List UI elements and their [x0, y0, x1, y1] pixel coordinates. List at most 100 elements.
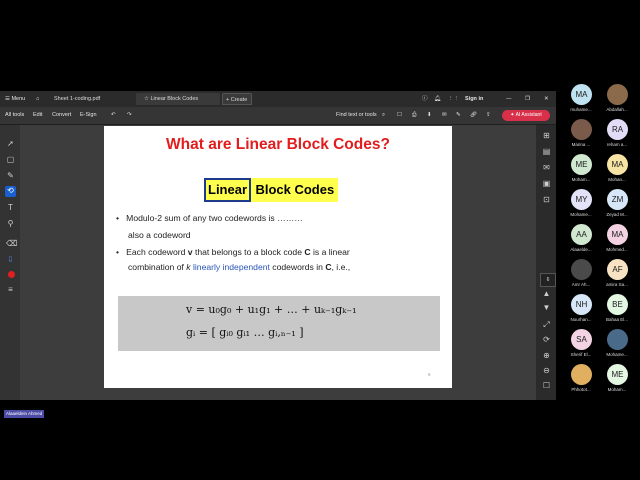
save-icon[interactable]: ⬇: [427, 107, 432, 123]
window-titlebar: ☰ Menu ⌂ Sheet 1-coding.pdf ☆ Linear Blo…: [0, 91, 556, 107]
ai-assistant-button[interactable]: ✦ AI Assistant: [502, 110, 550, 121]
participant-photo: [571, 119, 592, 140]
pen-tool-icon[interactable]: ✎: [6, 171, 15, 180]
undo-icon[interactable]: ↶: [111, 107, 116, 123]
eraser-tool-icon[interactable]: ⌫: [6, 239, 17, 248]
participant-avatar: ME: [571, 154, 592, 175]
heading-block-codes: Block Codes: [255, 182, 335, 197]
close-button[interactable]: ✕: [544, 91, 549, 107]
participant-tile[interactable]: BE Bahaa El...: [598, 292, 636, 326]
zoom-in-icon[interactable]: ⊕: [542, 351, 551, 360]
participant-tile[interactable]: AA Alaaelde...: [562, 222, 600, 256]
panel-thumbnails-icon[interactable]: ▤: [542, 147, 551, 156]
tab-linear-block-codes[interactable]: ☆ Linear Block Codes: [136, 93, 220, 105]
participant-name: Alaaelde...: [570, 247, 592, 252]
color-swatch[interactable]: [8, 271, 15, 278]
participant-avatar: BE: [607, 294, 628, 315]
participant-tile[interactable]: Mohame...: [598, 327, 636, 361]
comment-icon[interactable]: ✎: [456, 107, 461, 123]
participant-name: Sherif El...: [570, 352, 592, 357]
tab-sheet1[interactable]: Sheet 1-coding.pdf: [46, 93, 132, 105]
highlighted-heading: Linear Block Codes: [204, 178, 339, 202]
maximize-button[interactable]: ❐: [525, 91, 530, 107]
participant-tile[interactable]: ZM Zeyad M...: [598, 187, 636, 221]
sign-in-link[interactable]: Sign in: [465, 91, 483, 107]
participant-tile[interactable]: MA muhame...: [562, 82, 600, 116]
participant-tile[interactable]: AF amira Sa...: [598, 257, 636, 291]
participant-name: muhame...: [570, 107, 592, 112]
more-tools-icon[interactable]: ≡: [6, 285, 15, 294]
page-number-badge[interactable]: 6: [540, 273, 556, 287]
scroll-up-icon[interactable]: ▲: [542, 289, 551, 298]
participant-avatar: ME: [607, 364, 628, 385]
find-input[interactable]: Find text or tools: [336, 107, 377, 123]
participant-avatar: MA: [571, 84, 592, 105]
participant-name: Mohmed...: [606, 247, 628, 252]
highlight-tool-icon[interactable]: ⟲: [5, 186, 16, 197]
rotate-icon[interactable]: ⟳: [542, 335, 551, 344]
minimize-button[interactable]: —: [506, 91, 512, 107]
panel-comments-icon[interactable]: ⊞: [542, 131, 551, 140]
participant-avatar: MA: [607, 224, 628, 245]
participant-tile[interactable]: ME Moham...: [562, 152, 600, 186]
participant-name: Mohame...: [606, 352, 628, 357]
participant-tile[interactable]: MY Mohame...: [562, 187, 600, 221]
create-label: Create: [230, 97, 248, 103]
esign-menu[interactable]: E-Sign: [80, 107, 97, 123]
convert-menu[interactable]: Convert: [52, 107, 71, 123]
participant-tile[interactable]: Phhotot...: [562, 362, 600, 396]
select-tool-icon[interactable]: ➚: [6, 139, 15, 148]
fit-page-icon[interactable]: ⤢: [542, 320, 551, 329]
participant-tile[interactable]: MA Mohan...: [598, 152, 636, 186]
redo-icon[interactable]: ↷: [127, 107, 132, 123]
b2-a: Each codeword: [126, 247, 188, 257]
menu-button[interactable]: ☰ Menu: [5, 91, 25, 107]
bullet-1-line1: Modulo-2 sum of any two codewords is ………: [126, 213, 303, 223]
create-button[interactable]: + Create: [222, 93, 252, 105]
print-icon[interactable]: ⎙: [412, 107, 416, 123]
help-icon[interactable]: ⓘ: [422, 91, 428, 107]
equation-1: v = u₀g₀ + u₁g₁ + … + uₖ₋₁gₖ₋₁: [186, 303, 357, 316]
home-icon[interactable]: ⌂: [36, 91, 39, 107]
participant-tile[interactable]: MA Mohmed...: [598, 222, 636, 256]
participant-photo: [607, 329, 628, 350]
participant-tile[interactable]: Marina ...: [562, 117, 600, 151]
participant-tile[interactable]: Abdallah...: [598, 82, 636, 116]
all-tools-menu[interactable]: All tools: [5, 107, 24, 123]
menu-label: Menu: [11, 96, 26, 102]
panel-bookmarks-icon[interactable]: ✉: [542, 163, 551, 172]
text-tool-icon[interactable]: T: [6, 203, 15, 212]
mail-icon[interactable]: ✉: [442, 107, 447, 123]
participant-name: Mohan...: [608, 177, 626, 182]
slide-title: What are Linear Block Codes?: [166, 136, 390, 153]
participant-avatar: AF: [607, 259, 628, 280]
edit-menu[interactable]: Edit: [33, 107, 42, 123]
zoom-out-icon[interactable]: ⊖: [542, 366, 551, 375]
participant-tile[interactable]: NH Nourhan...: [562, 292, 600, 326]
notifications-icon[interactable]: 🔔︎: [434, 91, 441, 107]
participant-avatar: ZM: [607, 189, 628, 210]
link-icon[interactable]: 🔗︎: [470, 107, 477, 123]
marker-tool-icon[interactable]: ⇩: [6, 255, 15, 264]
b2l2-d: , i.e.,: [331, 262, 351, 272]
participant-photo: [571, 259, 592, 280]
share-icon[interactable]: ⇪: [486, 107, 491, 123]
panel-layers-icon[interactable]: ⊡: [542, 195, 551, 204]
bullet-1-line2: also a codeword: [128, 230, 191, 240]
stamp-tool-icon[interactable]: ⚲: [6, 219, 15, 228]
heading-linear: Linear: [204, 178, 252, 202]
participant-tile[interactable]: RA reham a...: [598, 117, 636, 151]
apps-icon[interactable]: ⋮⋮: [448, 91, 459, 107]
panel-attach-icon[interactable]: ▣: [542, 179, 551, 188]
tab-sheet1-label: Sheet 1-coding.pdf: [54, 96, 101, 102]
participant-avatar: MY: [571, 189, 592, 210]
participant-tile[interactable]: Amr Ah...: [562, 257, 600, 291]
hand-tool-icon[interactable]: ☐: [542, 381, 551, 390]
participant-tile[interactable]: SA Sherif El...: [562, 327, 600, 361]
participant-tile[interactable]: ME Moham...: [598, 362, 636, 396]
search-icon[interactable]: ⌕: [382, 107, 385, 123]
comment-tool-icon[interactable]: ▢: [6, 155, 15, 164]
participant-avatar: RA: [607, 119, 628, 140]
bookmark-icon[interactable]: ☐: [397, 107, 402, 123]
scroll-down-icon[interactable]: ▼: [542, 303, 551, 312]
